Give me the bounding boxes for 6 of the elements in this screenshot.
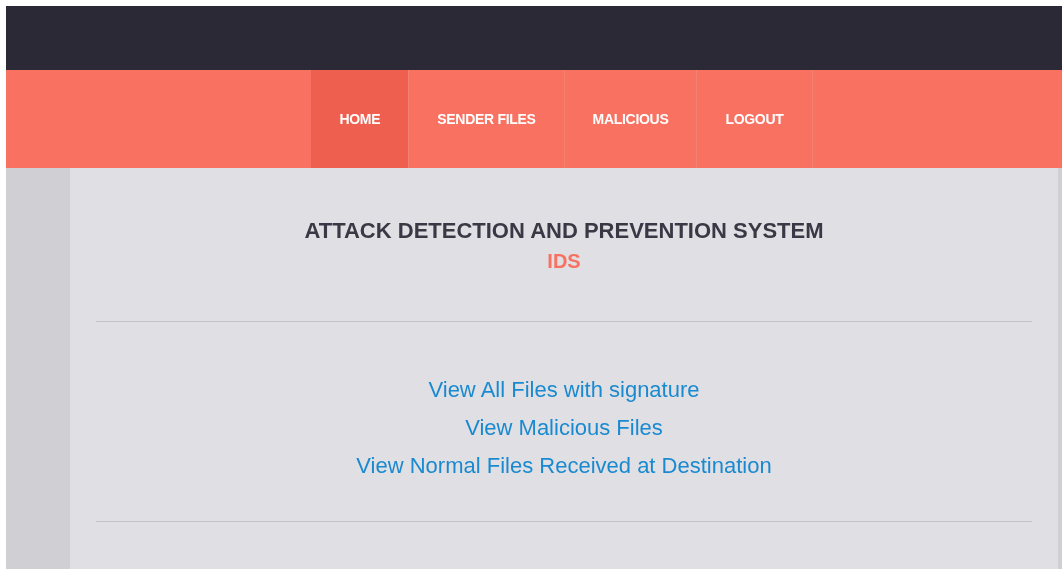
link[interactable]: View Normal Files Received at Destination <box>356 453 772 479</box>
link[interactable]: View Malicious Files <box>465 415 663 441</box>
page-title: ATTACK DETECTION AND PREVENTION SYSTEM <box>304 218 824 244</box>
link[interactable]: View All Files with signature <box>428 377 700 403</box>
page-subtitle: IDS <box>547 250 581 273</box>
nav-link[interactable]: HOME <box>311 70 410 168</box>
